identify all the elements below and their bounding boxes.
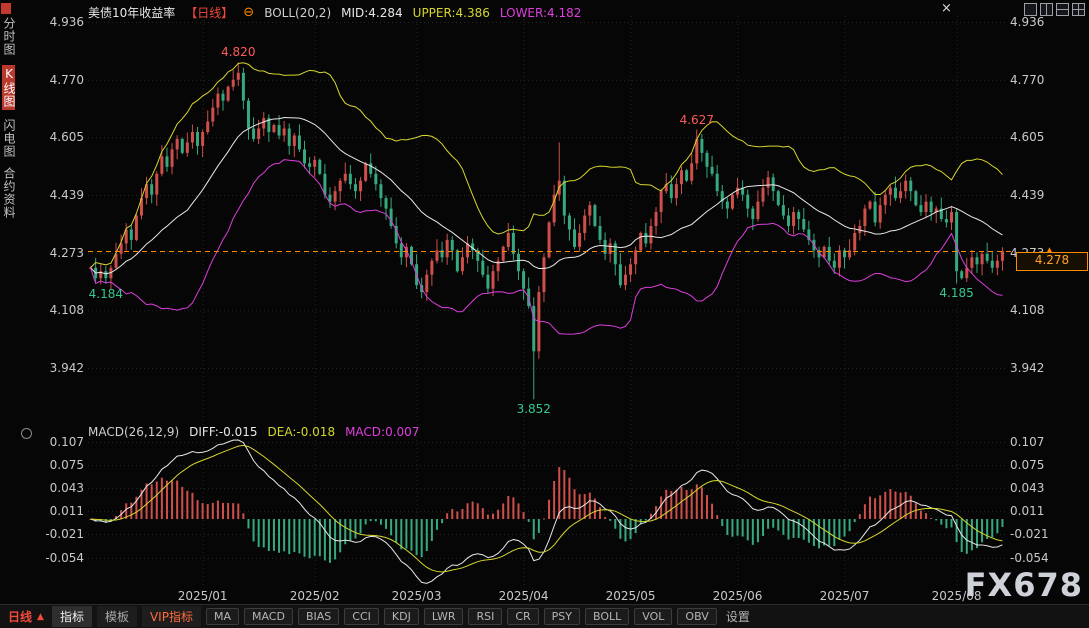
indicator-button-bias[interactable]: BIAS [298, 608, 339, 625]
main-axis-label-left: 4.273 [24, 246, 84, 260]
sidebar-item-2[interactable]: 闪电图 [2, 119, 15, 158]
macd-axis-label-right: -0.054 [1010, 551, 1049, 565]
macd-axis-label-right: 0.075 [1010, 458, 1044, 472]
macd-axis-label-right: 0.043 [1010, 481, 1044, 495]
indicator-button-cci[interactable]: CCI [344, 608, 379, 625]
period-selector[interactable]: 日线 [8, 608, 32, 625]
macd-axis-label-right: 0.107 [1010, 435, 1044, 449]
collapse-circle-icon[interactable]: ⊖ [243, 7, 254, 19]
price-annotation: 4.184 [76, 288, 136, 301]
x-axis-month-label: 2025/04 [492, 589, 556, 603]
trading-app-window: 分时图 K线图闪电图合约资料 美债10年收益率 【日线】 ⊖ BOLL(20,2)… [0, 0, 1089, 628]
main-axis-label-right: 4.605 [1010, 130, 1044, 144]
settings-button[interactable]: 设置 [726, 608, 750, 625]
indicator-button-boll[interactable]: BOLL [585, 608, 629, 625]
sidebar-item-3[interactable]: 合约资料 [2, 167, 15, 219]
indicator-button-psy[interactable]: PSY [544, 608, 580, 625]
layout-split-horizontal-icon[interactable] [1056, 3, 1069, 16]
macd-dea-value: DEA:-0.018 [268, 425, 336, 439]
layout-grid-icon[interactable] [1072, 3, 1085, 16]
price-annotation: 4.627 [667, 114, 727, 127]
indicator-button-rsi[interactable]: RSI [468, 608, 502, 625]
layout-single-icon[interactable] [1024, 3, 1037, 16]
left-sidebar: 分时图 K线图闪电图合约资料 [0, 17, 17, 219]
main-axis-label-left: 4.108 [24, 303, 84, 317]
indicator-button-kdj[interactable]: KDJ [384, 608, 419, 625]
main-axis-label-left: 4.770 [24, 73, 84, 87]
x-axis-month-label: 2025/06 [706, 589, 770, 603]
boll-lower-value: LOWER:4.182 [500, 6, 582, 20]
boll-mid-value: MID:4.284 [341, 6, 403, 20]
indicator-button-ma[interactable]: MA [206, 608, 239, 625]
tab-0[interactable]: 指标 [52, 606, 92, 627]
main-axis-label-right: 4.439 [1010, 188, 1044, 202]
brand-watermark: FX678 [965, 566, 1083, 604]
boll-label: BOLL(20,2) [264, 6, 331, 20]
main-axis-label-right: 4.936 [1010, 15, 1044, 29]
macd-macd-value: MACD:0.007 [345, 425, 419, 439]
price-annotation: 3.852 [504, 403, 564, 416]
main-axis-label-left: 4.439 [24, 188, 84, 202]
main-axis-label-right: 4.108 [1010, 303, 1044, 317]
period-tag: 【日线】 [185, 4, 233, 21]
instrument-title: 美债10年收益率 [88, 4, 175, 21]
x-axis-month-label: 2025/07 [813, 589, 877, 603]
macd-axis-label-left: 0.011 [24, 504, 84, 518]
macd-axis-label-left: 0.075 [24, 458, 84, 472]
indicator-button-vol[interactable]: VOL [634, 608, 672, 625]
tab-2[interactable]: VIP指标 [142, 606, 201, 627]
boll-upper-value: UPPER:4.386 [413, 6, 490, 20]
macd-axis-label-left: 0.043 [24, 481, 84, 495]
bottom-toolbar: 日线 ▲ 指标模板VIP指标 MA MACD BIAS CCI KDJ LWRRSI CR PSY B… [0, 604, 1089, 628]
corner-marker [1, 3, 11, 14]
indicator-button-macd[interactable]: MACD [244, 608, 293, 625]
macd-axis-label-left: -0.054 [24, 551, 84, 565]
macd-axis-label-left: -0.021 [24, 527, 84, 541]
tab-1[interactable]: 模板 [97, 606, 137, 627]
macd-axis-label-right: -0.021 [1010, 527, 1049, 541]
indicator-button-obv[interactable]: OBV [677, 608, 716, 625]
x-axis-month-label: 2025/05 [599, 589, 663, 603]
price-annotation: 4.820 [208, 46, 268, 59]
current-price-tag: 4.278 [1016, 252, 1088, 271]
main-axis-label-left: 3.942 [24, 361, 84, 375]
layout-split-vertical-icon[interactable] [1040, 3, 1053, 16]
circle-button-icon[interactable] [21, 428, 32, 439]
main-axis-label-left: 4.605 [24, 130, 84, 144]
macd-header: MACD(26,12,9) DIFF:-0.015 DEA:-0.018 MAC… [88, 425, 419, 439]
main-axis-label-right: 3.942 [1010, 361, 1044, 375]
macd-axis-label-left: 0.107 [24, 435, 84, 449]
sidebar-item-0[interactable]: 分时图 [2, 17, 15, 56]
main-axis-label-left: 4.936 [24, 15, 84, 29]
price-annotation: 4.185 [927, 287, 987, 300]
x-axis-month-label: 2025/01 [171, 589, 235, 603]
macd-label: MACD(26,12,9) [88, 425, 179, 439]
macd-axis-label-right: 0.011 [1010, 504, 1044, 518]
close-icon[interactable]: × [941, 1, 952, 16]
x-axis-month-label: 2025/03 [385, 589, 449, 603]
x-axis-month-label: 2025/02 [283, 589, 347, 603]
period-arrow-icon[interactable]: ▲ [37, 612, 44, 622]
indicator-button-lwr[interactable]: LWR [424, 608, 464, 625]
sidebar-item-1[interactable]: K线图 [2, 65, 15, 110]
labels-overlay: 4.936 4.936 4.770 4.770 4.605 4.605 4.439 4.439… [0, 0, 1089, 628]
main-axis-label-right: 4.770 [1010, 73, 1044, 87]
layout-icons-group [1024, 3, 1085, 16]
macd-diff-value: DIFF:-0.015 [189, 425, 257, 439]
main-chart-header: 美债10年收益率 【日线】 ⊖ BOLL(20,2) MID:4.284 UPP… [88, 4, 581, 21]
indicator-button-cr[interactable]: CR [507, 608, 538, 625]
